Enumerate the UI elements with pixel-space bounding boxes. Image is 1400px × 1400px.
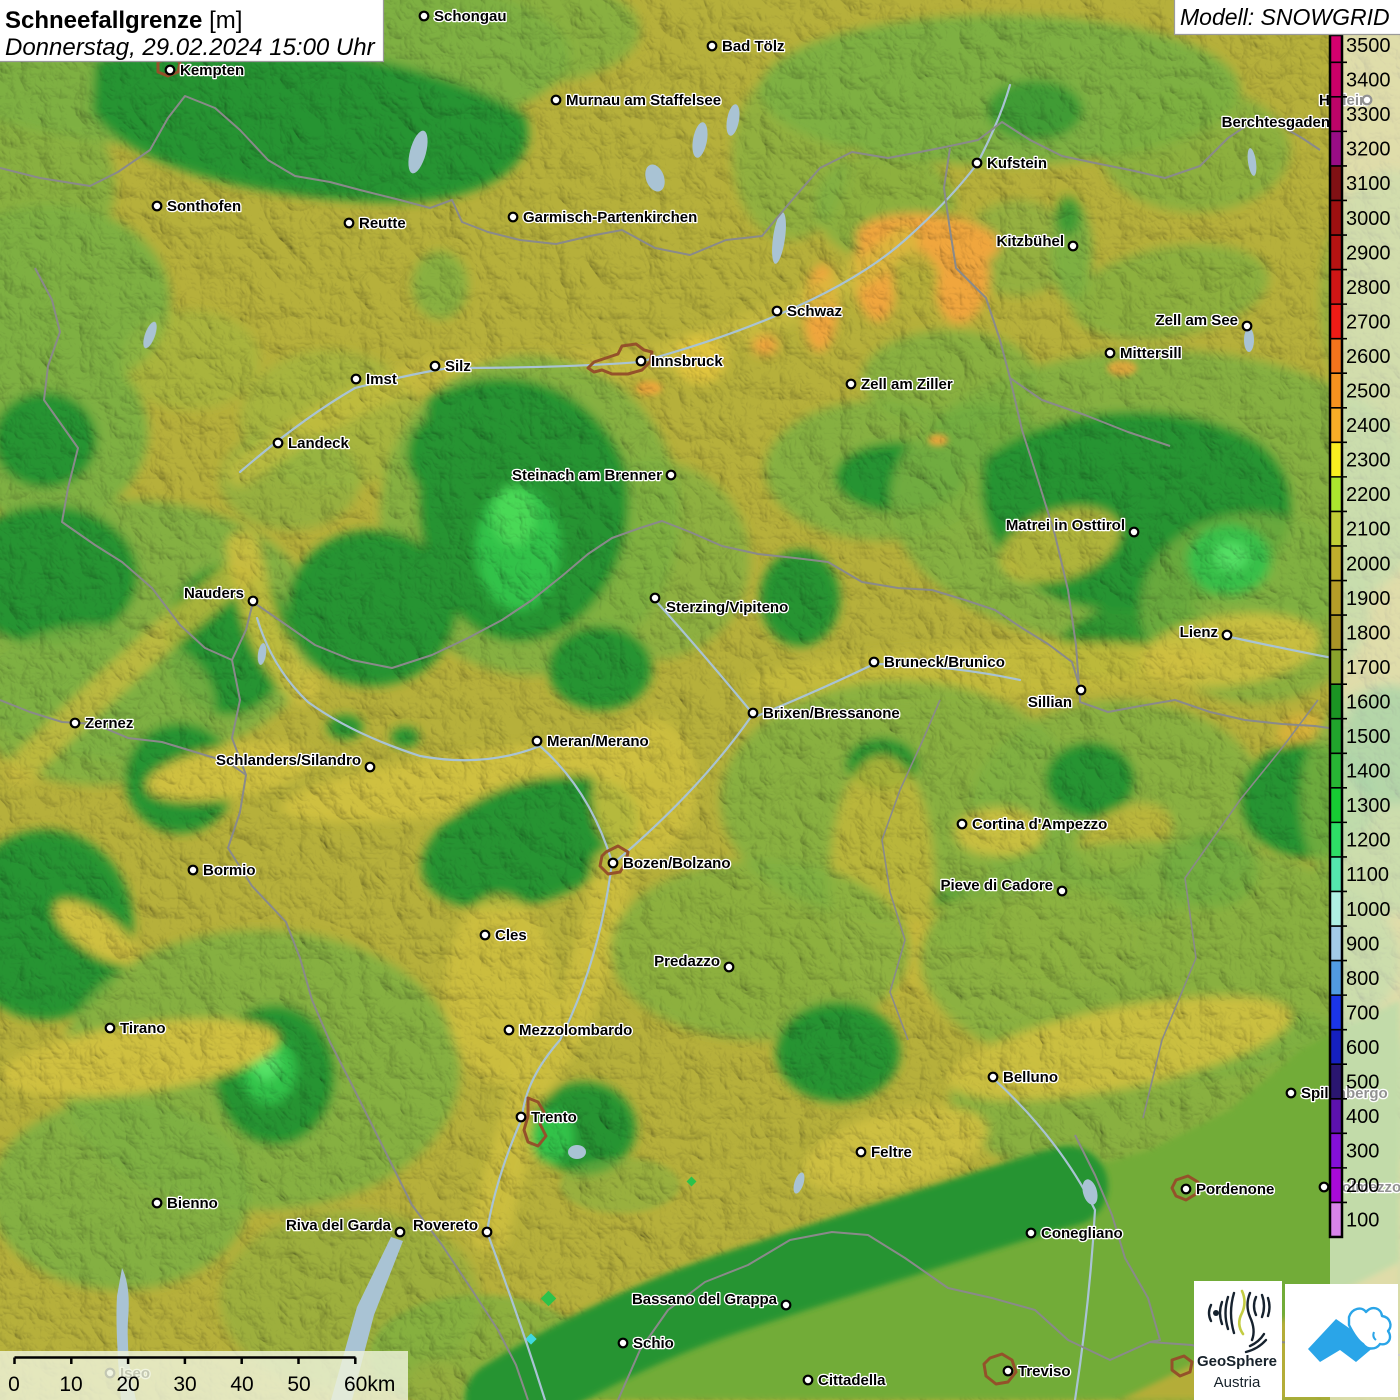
svg-text:Bozen/Bolzano: Bozen/Bolzano <box>623 855 731 872</box>
svg-text:Schneefallgrenze [m]: Schneefallgrenze [m] <box>5 7 242 34</box>
svg-text:Kempten: Kempten <box>180 62 244 79</box>
svg-text:Bormio: Bormio <box>203 862 256 879</box>
svg-text:40: 40 <box>230 1373 253 1396</box>
svg-text:Matrei in Osttirol: Matrei in Osttirol <box>1006 517 1125 534</box>
svg-text:Bad Tölz: Bad Tölz <box>722 38 785 55</box>
svg-text:3200: 3200 <box>1346 139 1391 161</box>
svg-text:1300: 1300 <box>1346 795 1391 817</box>
svg-text:Sonthofen: Sonthofen <box>167 198 241 215</box>
svg-text:Imst: Imst <box>366 371 397 388</box>
svg-text:Steinach am Brenner: Steinach am Brenner <box>512 467 662 484</box>
svg-text:Murnau am Staffelsee: Murnau am Staffelsee <box>566 92 721 109</box>
svg-text:Lienz: Lienz <box>1180 624 1218 641</box>
svg-text:200: 200 <box>1346 1175 1379 1197</box>
svg-text:Schongau: Schongau <box>434 8 507 25</box>
svg-text:700: 700 <box>1346 1002 1379 1024</box>
svg-text:Kitzbühel: Kitzbühel <box>997 233 1065 250</box>
svg-text:2000: 2000 <box>1346 553 1391 575</box>
svg-text:Donnerstag, 29.02.2024 15:00 U: Donnerstag, 29.02.2024 15:00 Uhr <box>5 34 376 61</box>
svg-text:Zernez: Zernez <box>85 715 133 732</box>
svg-text:2900: 2900 <box>1346 242 1391 264</box>
svg-text:Schwaz: Schwaz <box>787 303 842 320</box>
svg-text:Rovereto: Rovereto <box>413 1217 478 1234</box>
svg-text:600: 600 <box>1346 1037 1379 1059</box>
svg-text:GeoSphere: GeoSphere <box>1197 1353 1277 1370</box>
svg-text:Bienno: Bienno <box>167 1195 218 1212</box>
svg-text:Modell: SNOWGRID: Modell: SNOWGRID <box>1180 4 1390 30</box>
svg-text:Feltre: Feltre <box>871 1144 912 1161</box>
svg-text:1800: 1800 <box>1346 622 1391 644</box>
svg-text:Riva del Garda: Riva del Garda <box>286 1217 392 1234</box>
svg-text:2200: 2200 <box>1346 484 1391 506</box>
svg-text:Bassano del Grappa: Bassano del Grappa <box>632 1291 778 1308</box>
svg-text:Landeck: Landeck <box>288 435 350 452</box>
svg-text:Schlanders/Silandro: Schlanders/Silandro <box>216 752 361 769</box>
svg-text:400: 400 <box>1346 1106 1379 1128</box>
svg-text:3300: 3300 <box>1346 104 1391 126</box>
svg-text:2700: 2700 <box>1346 311 1391 333</box>
svg-text:1700: 1700 <box>1346 657 1391 679</box>
svg-text:Reutte: Reutte <box>359 215 406 232</box>
svg-text:3500: 3500 <box>1346 35 1391 57</box>
svg-text:Predazzo: Predazzo <box>654 953 720 970</box>
svg-text:3000: 3000 <box>1346 208 1391 230</box>
svg-text:Sterzing/Vipiteno: Sterzing/Vipiteno <box>666 599 788 616</box>
svg-text:3400: 3400 <box>1346 70 1391 92</box>
svg-text:1400: 1400 <box>1346 761 1391 783</box>
svg-text:900: 900 <box>1346 933 1379 955</box>
svg-text:1100: 1100 <box>1346 864 1389 886</box>
svg-text:Silz: Silz <box>445 358 471 375</box>
svg-text:Conegliano: Conegliano <box>1041 1225 1123 1242</box>
svg-text:800: 800 <box>1346 968 1379 990</box>
svg-text:Mittersill: Mittersill <box>1120 345 1182 362</box>
svg-text:50: 50 <box>287 1373 310 1396</box>
svg-text:3100: 3100 <box>1346 173 1391 195</box>
svg-text:Zell am See: Zell am See <box>1155 312 1238 329</box>
svg-text:2600: 2600 <box>1346 346 1391 368</box>
svg-text:Bruneck/Brunico: Bruneck/Brunico <box>884 654 1005 671</box>
svg-text:Mezzolombardo: Mezzolombardo <box>519 1022 632 1039</box>
svg-text:2800: 2800 <box>1346 277 1391 299</box>
svg-text:Cortina d'Ampezzo: Cortina d'Ampezzo <box>972 816 1107 833</box>
svg-text:1900: 1900 <box>1346 588 1391 610</box>
svg-text:1000: 1000 <box>1346 899 1391 921</box>
svg-text:Meran/Merano: Meran/Merano <box>547 733 649 750</box>
svg-text:Pordenone: Pordenone <box>1196 1181 1274 1198</box>
svg-text:300: 300 <box>1346 1141 1379 1163</box>
svg-text:1600: 1600 <box>1346 691 1391 713</box>
svg-text:2400: 2400 <box>1346 415 1391 437</box>
svg-text:500: 500 <box>1346 1072 1379 1094</box>
svg-text:Belluno: Belluno <box>1003 1069 1058 1086</box>
svg-text:2300: 2300 <box>1346 450 1391 472</box>
svg-text:1500: 1500 <box>1346 726 1391 748</box>
svg-text:30: 30 <box>173 1373 196 1396</box>
svg-text:Kufstein: Kufstein <box>987 155 1047 172</box>
svg-text:Nauders: Nauders <box>184 585 244 602</box>
svg-text:0: 0 <box>8 1373 20 1396</box>
svg-text:Schio: Schio <box>633 1335 674 1352</box>
svg-text:Treviso: Treviso <box>1018 1363 1071 1380</box>
svg-text:Garmisch-Partenkirchen: Garmisch-Partenkirchen <box>523 209 697 226</box>
svg-text:2100: 2100 <box>1346 519 1391 541</box>
svg-text:Austria: Austria <box>1214 1374 1261 1391</box>
svg-text:20: 20 <box>116 1373 139 1396</box>
svg-text:Brixen/Bressanone: Brixen/Bressanone <box>763 705 900 722</box>
svg-text:Cles: Cles <box>495 927 527 944</box>
svg-text:10: 10 <box>59 1373 82 1396</box>
svg-text:Zell am Ziller: Zell am Ziller <box>861 376 953 393</box>
svg-text:100: 100 <box>1346 1210 1379 1232</box>
svg-text:1200: 1200 <box>1346 830 1391 852</box>
svg-text:60km: 60km <box>344 1373 395 1396</box>
svg-text:Tirano: Tirano <box>120 1020 166 1037</box>
svg-text:Sillian: Sillian <box>1028 694 1072 711</box>
svg-text:2500: 2500 <box>1346 381 1391 403</box>
svg-text:Berchtesgaden: Berchtesgaden <box>1222 114 1330 131</box>
svg-text:Trento: Trento <box>531 1109 577 1126</box>
svg-text:Innsbruck: Innsbruck <box>651 353 723 370</box>
svg-text:Cittadella: Cittadella <box>818 1372 886 1389</box>
svg-text:Pieve di Cadore: Pieve di Cadore <box>940 877 1053 894</box>
